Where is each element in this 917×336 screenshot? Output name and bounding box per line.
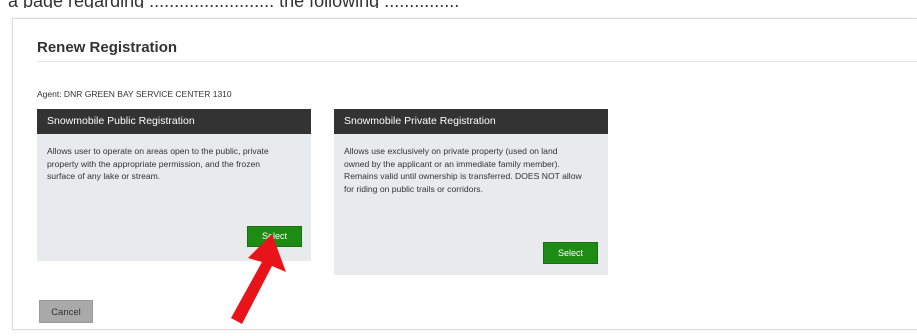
- select-private-registration-button[interactable]: Select: [543, 242, 598, 264]
- private-registration-card: Snowmobile Private Registration Allows u…: [334, 109, 608, 275]
- title-divider: [37, 61, 917, 62]
- card-title: Snowmobile Private Registration: [334, 109, 608, 134]
- cancel-button[interactable]: Cancel: [39, 300, 93, 323]
- red-arrow-icon: [224, 232, 288, 331]
- card-title: Snowmobile Public Registration: [37, 109, 311, 134]
- cropped-instruction-text: a page regarding .......................…: [0, 0, 917, 8]
- agent-label: Agent: DNR GREEN BAY SERVICE CENTER 1310: [37, 89, 232, 99]
- card-description: Allows user to operate on areas open to …: [47, 146, 269, 182]
- renew-registration-panel: Renew Registration Agent: DNR GREEN BAY …: [12, 18, 917, 330]
- card-description: Allows use exclusively on private proper…: [344, 146, 582, 194]
- page-title: Renew Registration: [37, 39, 178, 56]
